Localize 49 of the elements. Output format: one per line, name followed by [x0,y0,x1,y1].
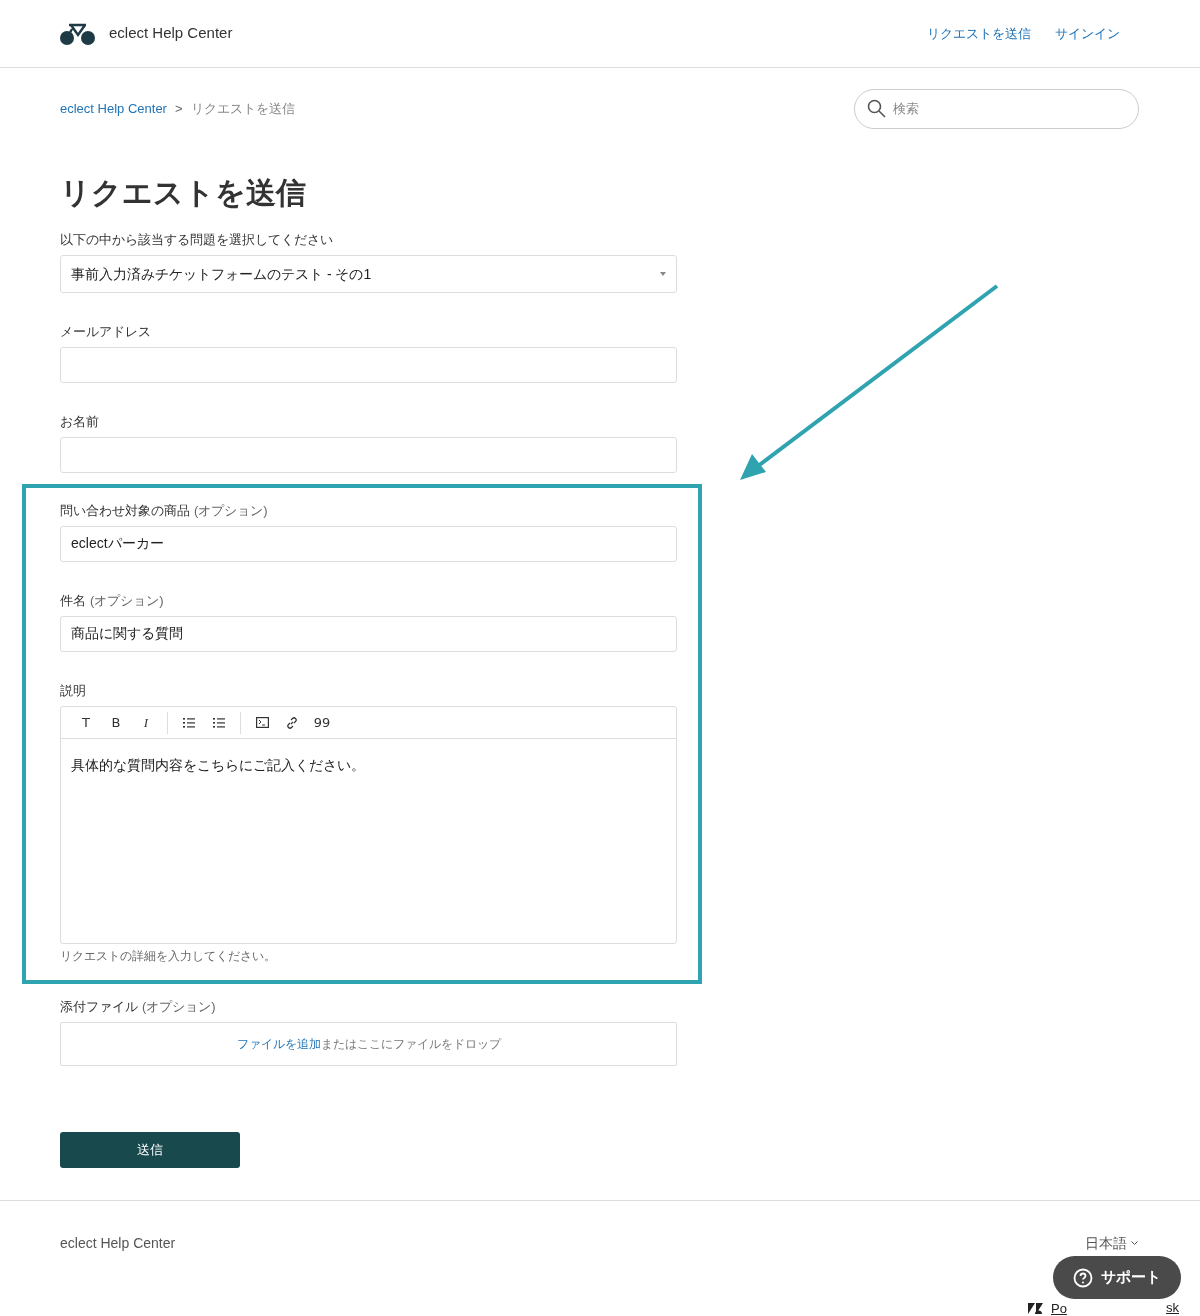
terminal-icon [255,717,269,728]
ticket-form-select[interactable]: 事前入力済みチケットフォームのテスト - その1 [60,255,677,293]
rich-text-editor[interactable]: T B I 99 具体的な質問内容をこちらにご記入ください。 [60,706,677,944]
optional-label: (オプション) [194,503,268,518]
field-label: メールアドレス [60,324,151,339]
breadcrumb-current: リクエストを送信 [190,99,295,118]
toolbar-button[interactable]: T [71,711,101,734]
caret-icon [660,272,666,276]
nav-link[interactable]: サインイン [1055,23,1120,44]
field-label: 添付ファイル [60,999,138,1014]
footer-brand[interactable]: eclect Help Center [60,1233,176,1254]
breadcrumb-separator: > [174,99,183,118]
link-icon [286,716,298,729]
help-icon [1073,1267,1093,1288]
input-field[interactable]: 商品に関する質問 [60,616,677,652]
editor-text: 具体的な質問内容をこちらにご記入ください。 [71,756,366,775]
nav-link[interactable]: リクエストを送信 [927,23,1031,44]
drop-hint: またはここにファイルをドロップ [320,1036,501,1053]
breadcrumb-link[interactable]: eclect Help Center [60,98,167,119]
optional-label: (オプション) [142,999,216,1014]
input-field[interactable] [60,437,677,473]
list-icon [183,717,195,728]
search-field[interactable]: 検索 [854,88,1139,129]
search-icon [867,98,886,118]
brand-name[interactable]: eclect Help Center [109,22,233,45]
field-label: 件名 [60,593,86,608]
powered-by-link[interactable]: Po [1051,1301,1067,1316]
hint-text: リクエストの詳細を入力してください。 [60,948,277,964]
language-selector[interactable]: 日本語 [1085,1233,1127,1254]
page-title: リクエストを送信 [60,175,307,211]
bicycle-logo-icon [60,22,95,45]
input-field[interactable] [60,347,677,383]
submit-button[interactable]: 送信 [60,1132,240,1168]
field-label: 説明 [60,683,86,698]
chevron-down-icon [1131,1241,1138,1246]
field-label: 以下の中から該当する問題を選択してください [60,232,333,247]
file-drop-zone[interactable]: ファイルを追加 またはここにファイルをドロップ [60,1022,677,1066]
toolbar-button[interactable]: 99 [307,711,337,734]
list-icon [213,717,225,728]
support-button[interactable]: サポート [1053,1256,1181,1299]
toolbar-button[interactable]: I [131,711,161,734]
optional-label: (オプション) [90,593,164,608]
add-file-link[interactable]: ファイルを追加 [236,1035,321,1053]
field-label: 問い合わせ対象の商品 [60,503,190,518]
toolbar-button[interactable]: B [101,711,131,734]
field-label: お名前 [60,414,99,429]
powered-by-link[interactable]: sk [1166,1300,1179,1315]
zendesk-logo-icon [1028,1303,1043,1314]
input-field[interactable]: eclectパーカー [60,526,677,562]
